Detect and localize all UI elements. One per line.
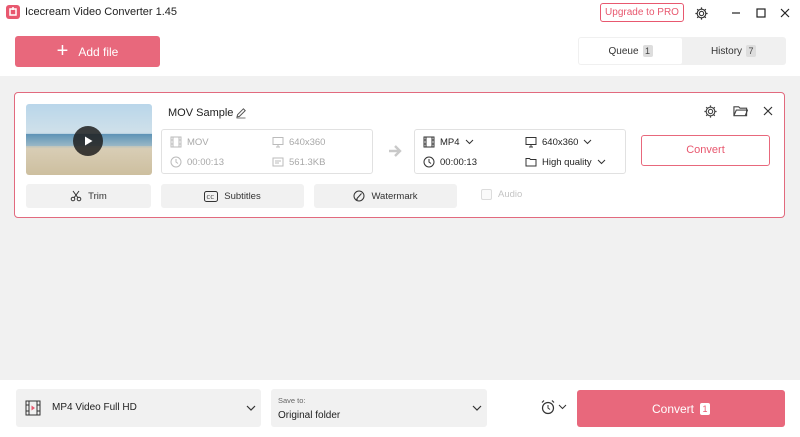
file-size-icon — [272, 157, 284, 167]
alarm-clock-icon — [541, 400, 555, 415]
source-duration: 00:00:13 — [170, 156, 224, 168]
tab-queue[interactable]: Queue 1 — [579, 38, 682, 64]
clock-icon — [170, 156, 182, 168]
source-info-panel: MOV 640x360 00:00:13 561.3KB — [161, 129, 373, 174]
film-icon — [423, 136, 435, 148]
convert-all-label: Convert — [651, 401, 695, 416]
source-resolution: 640x360 — [272, 136, 325, 148]
rename-pencil-icon[interactable] — [235, 107, 247, 122]
chevron-down-icon — [472, 405, 482, 411]
minimize-icon[interactable] — [726, 3, 746, 23]
clock-icon — [423, 156, 435, 168]
audio-checkbox[interactable] — [481, 189, 492, 200]
output-format-select[interactable]: MP4 — [423, 136, 474, 148]
subtitles-button[interactable]: CC Subtitles — [161, 184, 304, 208]
audio-label: Audio — [498, 189, 523, 200]
folder-quality-icon — [525, 158, 537, 167]
watermark-icon — [353, 190, 365, 202]
tab-history[interactable]: History 7 — [682, 38, 785, 64]
svg-text:CC: CC — [207, 194, 215, 200]
output-duration: 00:00:13 — [423, 156, 477, 168]
app-logo-icon — [6, 5, 20, 19]
plus-icon: + — [56, 39, 69, 62]
audio-option[interactable]: Audio — [481, 189, 522, 200]
save-to-label: Save to: — [278, 396, 306, 405]
item-settings-gear-icon[interactable] — [701, 102, 719, 120]
scissors-icon — [70, 190, 82, 202]
output-settings-panel: MP4 640x360 00:00:13 High quality — [414, 129, 626, 174]
app-title: Icecream Video Converter 1.45 — [25, 6, 178, 18]
chevron-down-icon — [558, 404, 567, 410]
output-resolution-select[interactable]: 640x360 — [525, 136, 592, 148]
save-to-value: Original folder — [278, 410, 341, 421]
convert-count-badge: 1 — [700, 402, 711, 415]
monitor-icon — [525, 137, 537, 148]
queue-item-card: MOV Sample MOV 640x360 00:00:13 561.3KB — [14, 92, 785, 218]
tab-history-label: History — [710, 45, 743, 57]
chevron-down-icon — [465, 139, 473, 145]
upgrade-pro-button[interactable]: Upgrade to PRO — [600, 3, 684, 22]
chevron-down-icon — [584, 139, 592, 145]
tab-queue-label: Queue — [608, 45, 639, 57]
settings-gear-icon[interactable] — [691, 3, 711, 23]
maximize-icon[interactable] — [751, 3, 771, 23]
close-window-icon[interactable] — [775, 3, 795, 23]
film-icon — [170, 136, 182, 148]
video-preset-icon — [25, 400, 41, 416]
format-preset-label: MP4 Video Full HD — [52, 402, 137, 413]
convert-all-button[interactable]: Convert 1 — [577, 390, 785, 427]
monitor-icon — [272, 137, 284, 148]
queue-count-badge: 1 — [642, 45, 653, 57]
watermark-button[interactable]: Watermark — [314, 184, 457, 208]
add-file-button[interactable]: + Add file — [15, 36, 160, 67]
bottom-bar: MP4 Video Full HD Save to: Original fold… — [0, 380, 800, 437]
convert-arrow-icon — [389, 145, 402, 157]
title-bar: Icecream Video Converter 1.45 Upgrade to… — [0, 0, 800, 26]
video-thumbnail[interactable] — [26, 104, 152, 175]
play-icon[interactable] — [73, 126, 103, 156]
trim-button[interactable]: Trim — [26, 184, 151, 208]
chevron-down-icon — [246, 405, 256, 411]
output-quality-select[interactable]: High quality — [525, 156, 606, 168]
closed-captions-icon: CC — [204, 190, 219, 202]
source-format: MOV — [170, 136, 209, 148]
view-tabs: Queue 1 History 7 — [578, 37, 786, 65]
source-size: 561.3KB — [272, 156, 325, 168]
format-preset-select[interactable]: MP4 Video Full HD — [16, 389, 261, 427]
schedule-timer[interactable] — [540, 399, 567, 415]
history-count-badge: 7 — [746, 45, 757, 57]
open-folder-icon[interactable] — [731, 102, 749, 120]
remove-item-close-icon[interactable] — [759, 102, 777, 120]
save-to-select[interactable]: Save to: Original folder — [271, 389, 487, 427]
add-file-label: Add file — [78, 44, 119, 59]
item-convert-button[interactable]: Convert — [641, 135, 770, 166]
chevron-down-icon — [597, 159, 605, 165]
toolbar: + Add file Queue 1 History 7 — [0, 26, 800, 76]
file-name: MOV Sample — [168, 107, 234, 119]
